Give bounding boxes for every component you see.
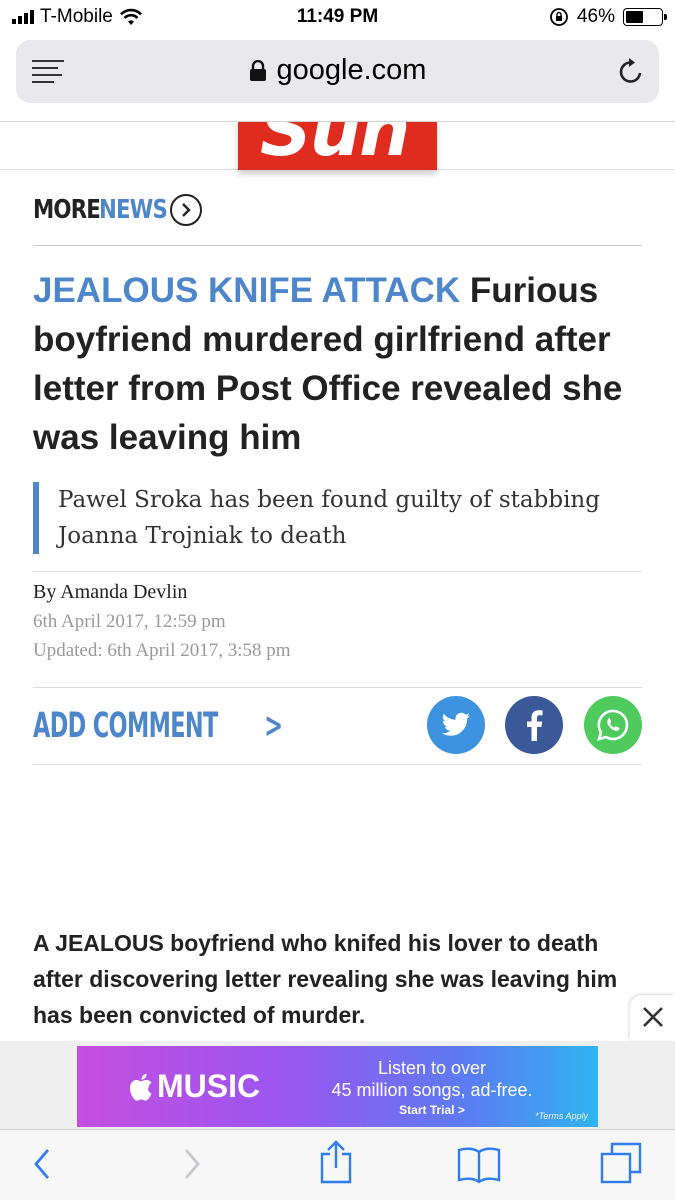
back-arrow-icon[interactable]	[30, 1144, 54, 1184]
site-logo[interactable]: Sun	[238, 122, 437, 170]
whatsapp-share-button[interactable]	[584, 696, 642, 754]
reload-icon[interactable]	[617, 56, 645, 86]
article-standfirst: Pawel Sroka has been found guilty of sta…	[33, 482, 639, 554]
add-comment-label: ADD COMMENT	[33, 706, 218, 746]
status-bar: T-Mobile 11:49 PM 46%	[0, 0, 675, 36]
article-byline: By Amanda Devlin 6th April 2017, 12:59 p…	[33, 578, 291, 665]
more-news-news: NEWS	[98, 195, 168, 225]
twitter-icon	[441, 712, 470, 736]
ad-line-1: Listen to over	[377, 1058, 487, 1078]
standfirst-text: Pawel Sroka has been found guilty of sta…	[58, 487, 600, 549]
article-headline: JEALOUS KNIFE ATTACK Furious boyfriend m…	[33, 266, 643, 462]
ad-line-2: 45 million songs, ad-free.	[331, 1080, 533, 1100]
address-bar[interactable]: google.com	[16, 40, 659, 103]
twitter-share-button[interactable]	[427, 696, 485, 754]
ad-terms: *Terms Apply	[535, 1111, 588, 1121]
close-ad-button[interactable]	[630, 995, 675, 1040]
ad-brand: MUSIC	[127, 1068, 260, 1105]
browser-toolbar	[0, 1129, 675, 1200]
battery-percent: 46%	[576, 6, 615, 27]
divider	[33, 571, 642, 572]
apple-logo-icon	[129, 1073, 152, 1101]
domain-text: google.com	[276, 54, 427, 86]
add-comment-link[interactable]: ADD COMMENT >	[33, 704, 350, 748]
chevron-right-circle-icon	[169, 194, 202, 226]
whatsapp-icon	[597, 709, 629, 741]
more-news-more: MORE	[33, 195, 101, 225]
tabs-icon[interactable]	[600, 1142, 642, 1184]
headline-kicker: JEALOUS KNIFE ATTACK	[33, 271, 461, 310]
facebook-icon	[527, 710, 543, 741]
rotation-lock-icon	[550, 8, 568, 26]
published-date: 6th April 2017, 12:59 pm	[33, 611, 226, 632]
chevron-right-icon: >	[263, 706, 283, 746]
article-body-paragraph: A JEALOUS boyfriend who knifed his lover…	[33, 930, 618, 1028]
updated-date: Updated: 6th April 2017, 3:58 pm	[33, 640, 291, 661]
facebook-share-button[interactable]	[505, 696, 563, 754]
close-icon	[643, 1007, 663, 1027]
share-icon[interactable]	[318, 1140, 354, 1184]
battery-icon	[623, 8, 667, 26]
apple-music-ad[interactable]: MUSIC Listen to over 45 million songs, a…	[77, 1046, 598, 1127]
more-news-link[interactable]: MORE NEWS	[33, 190, 202, 230]
url-display[interactable]: google.com	[16, 54, 659, 87]
forward-arrow-icon[interactable]	[180, 1144, 204, 1184]
divider	[33, 245, 642, 246]
bookmarks-icon[interactable]	[456, 1144, 502, 1184]
author-name[interactable]: By Amanda Devlin	[33, 578, 291, 607]
status-right: 46%	[549, 6, 667, 28]
lock-icon	[249, 60, 266, 82]
divider	[33, 687, 642, 688]
ad-cta[interactable]: Start Trial >	[347, 1103, 517, 1117]
divider	[33, 764, 642, 765]
